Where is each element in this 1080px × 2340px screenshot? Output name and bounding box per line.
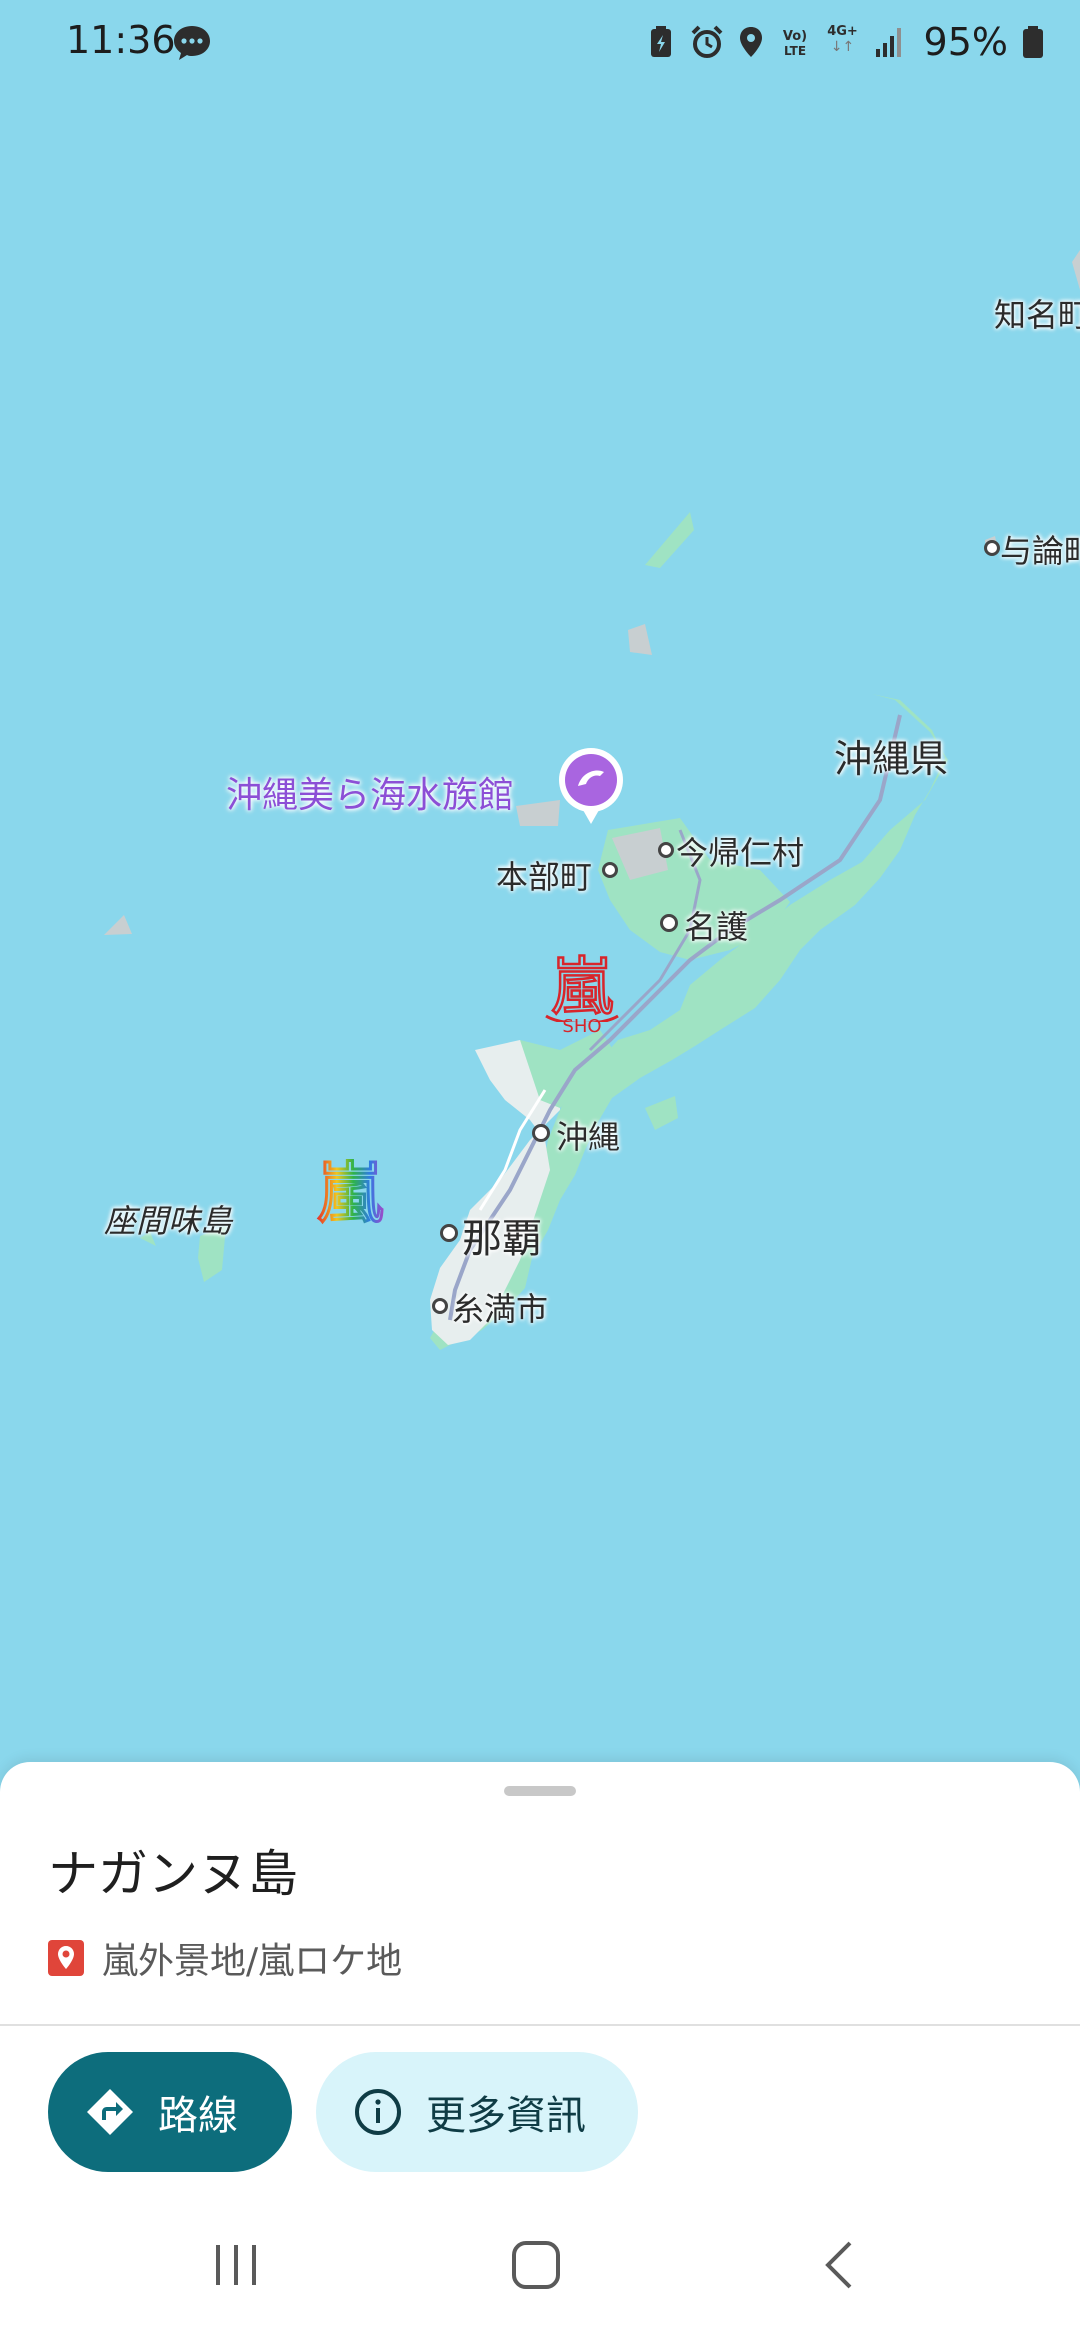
poi-label-churaumi-aquarium[interactable]: 沖縄美ら海水族館	[226, 766, 514, 818]
back-icon	[825, 2241, 852, 2289]
system-navigation-bar	[0, 2210, 1080, 2320]
svg-text:Vo): Vo)	[782, 29, 806, 44]
place-label-zamami[interactable]: 座間味島	[104, 1196, 232, 1242]
back-button[interactable]	[800, 2230, 880, 2300]
network-4g-label: 4G+	[827, 24, 858, 39]
arashi-sho-marker[interactable]: 嵐 SHO	[542, 950, 622, 1046]
place-dot-itoman	[432, 1298, 448, 1314]
poi-pin-aquarium[interactable]	[556, 748, 626, 828]
alarm-icon	[691, 25, 722, 58]
sho-label: SHO	[562, 1016, 602, 1037]
recent-apps-button[interactable]	[196, 2230, 276, 2300]
place-dot-naha	[440, 1224, 458, 1242]
place-dot-motobu	[602, 862, 618, 878]
arashi-rainbow-marker[interactable]: 嵐	[310, 1150, 390, 1231]
network-4g-icon: 4G+ ↓↑	[827, 24, 858, 56]
status-icons: Vo) LTE 4G+ ↓↑ 95%	[646, 16, 1044, 68]
status-bar: 11:36 Vo) LTE 4G+ ↓↑ 95%	[0, 0, 1080, 84]
place-title: ナガンヌ島	[48, 1845, 298, 1903]
place-dot-nago	[660, 914, 678, 932]
place-label-chinen[interactable]: 知名町	[994, 290, 1080, 336]
place-label-okinawa-prefecture[interactable]: 沖縄県	[834, 728, 948, 783]
place-dot-yoron	[984, 540, 1000, 556]
place-label-nakijin[interactable]: 今帰仁村	[676, 828, 804, 874]
directions-button[interactable]: 路線	[48, 2052, 292, 2172]
place-dot-nakijin	[658, 842, 674, 858]
battery-saver-icon	[650, 26, 671, 57]
map-pin-icon	[48, 1940, 84, 1976]
map-view[interactable]: 知名町 与論町 沖縄県 沖縄美ら海水族館 本部町 今帰仁村 名護 嵐 SHO 沖…	[0, 0, 1080, 1780]
home-button[interactable]	[496, 2230, 576, 2300]
place-label-okinawa-city[interactable]: 沖縄	[556, 1112, 620, 1158]
place-label-yoron[interactable]: 与論町	[1000, 526, 1080, 572]
arashi-glyph-rainbow: 嵐	[317, 1155, 383, 1230]
recent-apps-icon	[216, 2245, 256, 2285]
place-dot-okinawa-city	[532, 1124, 550, 1142]
sheet-drag-handle[interactable]	[504, 1786, 576, 1796]
directions-label: 路線	[158, 2093, 238, 2139]
battery-icon	[1023, 26, 1043, 58]
location-icon	[739, 27, 762, 57]
status-time: 11:36	[66, 18, 176, 62]
place-label-naha[interactable]: 那覇	[462, 1206, 542, 1264]
place-category: 嵐外景地/嵐ロケ地	[102, 1941, 403, 1982]
info-icon	[355, 2089, 401, 2135]
home-icon	[512, 2241, 560, 2289]
chat-bubble-icon	[174, 26, 210, 60]
more-info-label: 更多資訊	[426, 2093, 586, 2139]
place-label-motobu[interactable]: 本部町	[496, 852, 592, 898]
place-category-row: 嵐外景地/嵐ロケ地	[48, 1932, 402, 1984]
directions-icon	[87, 2089, 133, 2135]
sheet-divider	[0, 2024, 1080, 2026]
place-label-itoman[interactable]: 糸満市	[452, 1284, 548, 1330]
volte-icon: Vo)LTE	[782, 29, 806, 58]
signal-icon	[875, 28, 901, 57]
battery-percent: 95%	[923, 20, 1008, 64]
arashi-glyph-red: 嵐	[551, 950, 613, 1022]
svg-text:LTE: LTE	[784, 44, 806, 58]
place-label-nago[interactable]: 名護	[684, 902, 748, 948]
more-info-button[interactable]: 更多資訊	[316, 2052, 638, 2172]
